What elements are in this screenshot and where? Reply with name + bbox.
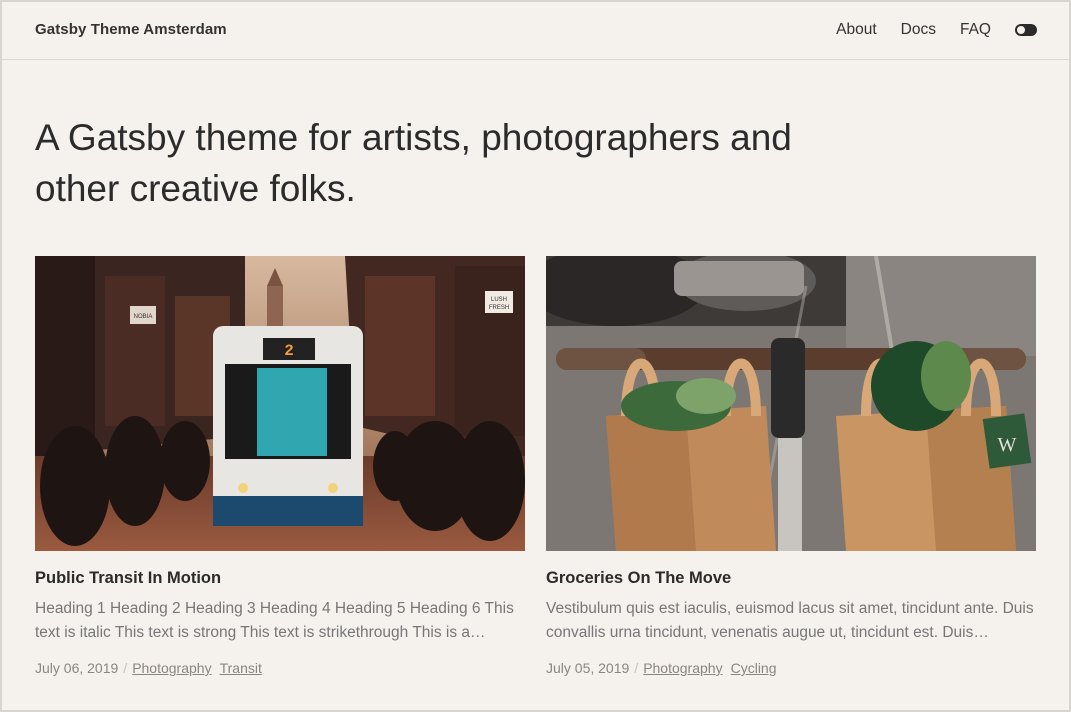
nav-link-faq[interactable]: FAQ bbox=[960, 21, 991, 39]
nav-link-about[interactable]: About bbox=[836, 21, 877, 39]
post-date: July 06, 2019 bbox=[35, 660, 119, 676]
bag-logo-text: W bbox=[998, 434, 1017, 456]
post-image-bike-groceries[interactable]: W bbox=[546, 256, 1036, 551]
meta-separator: / bbox=[634, 660, 639, 676]
post-date: July 05, 2019 bbox=[546, 660, 630, 676]
post-card-transit: 2 LUSH FRESH NOBIA Public Transit In Mot… bbox=[35, 256, 525, 676]
svg-text:NOBIA: NOBIA bbox=[134, 314, 153, 320]
post-card-groceries: W Groceries On The Move Vestibulum quis … bbox=[546, 256, 1036, 676]
post-image-tram-street[interactable]: 2 LUSH FRESH NOBIA bbox=[35, 256, 525, 551]
site-title[interactable]: Gatsby Theme Amsterdam bbox=[35, 21, 227, 38]
post-excerpt: Vestibulum quis est iaculis, euismod lac… bbox=[546, 600, 1034, 641]
svg-text:FRESH: FRESH bbox=[489, 305, 509, 311]
theme-toggle-icon[interactable] bbox=[1015, 23, 1037, 36]
post-meta: July 05, 2019 / Photography Cycling bbox=[546, 660, 1036, 676]
tag-link-transit[interactable]: Transit bbox=[220, 660, 262, 676]
tag-link-cycling[interactable]: Cycling bbox=[731, 660, 777, 676]
post-title[interactable]: Public Transit In Motion bbox=[35, 569, 525, 588]
site-header: Gatsby Theme Amsterdam About Docs FAQ bbox=[0, 0, 1071, 60]
post-grid: 2 LUSH FRESH NOBIA Public Transit In Mot… bbox=[0, 256, 1071, 676]
post-title[interactable]: Groceries On The Move bbox=[546, 569, 1036, 588]
svg-text:LUSH: LUSH bbox=[491, 297, 507, 303]
meta-separator: / bbox=[123, 660, 128, 676]
hero-tagline: A Gatsby theme for artists, photographer… bbox=[35, 117, 792, 209]
post-excerpt: Heading 1 Heading 2 Heading 3 Heading 4 … bbox=[35, 600, 514, 641]
tag-link-photography[interactable]: Photography bbox=[132, 660, 211, 676]
tag-link-photography[interactable]: Photography bbox=[643, 660, 722, 676]
tram-number-text: 2 bbox=[284, 342, 294, 360]
post-meta: July 06, 2019 / Photography Transit bbox=[35, 660, 525, 676]
main-nav: About Docs FAQ bbox=[812, 21, 1037, 39]
nav-link-docs[interactable]: Docs bbox=[901, 21, 936, 39]
